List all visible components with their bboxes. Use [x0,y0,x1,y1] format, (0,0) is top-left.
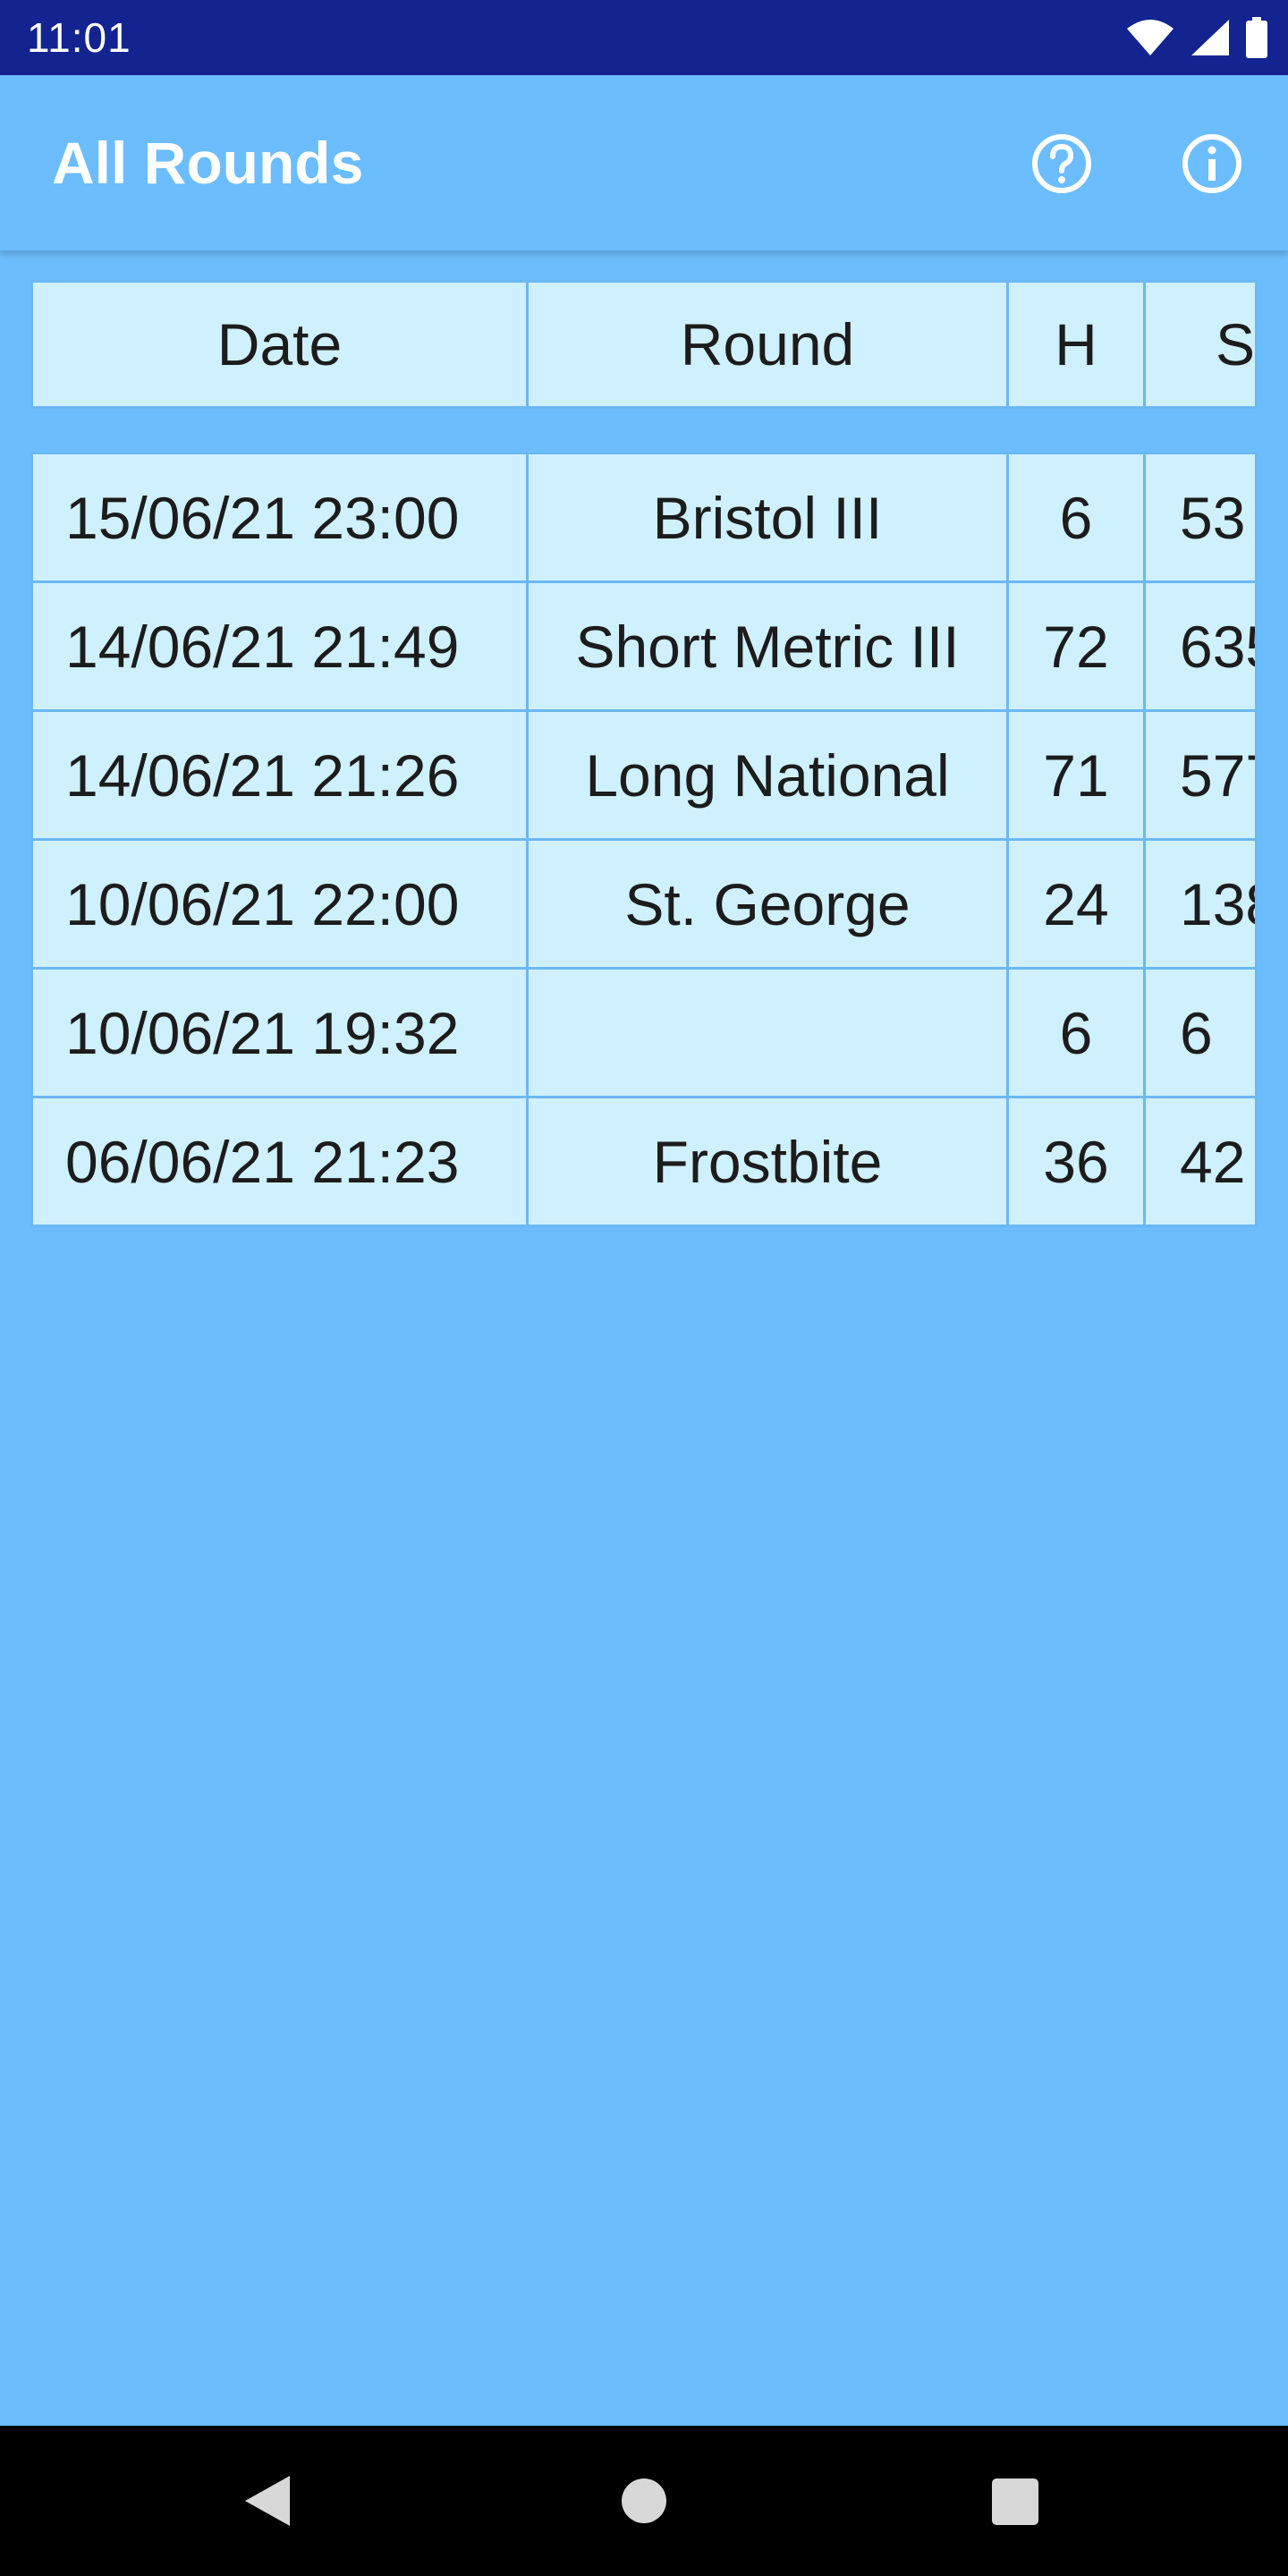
column-header-score-label: S [1216,311,1256,377]
cell-date: 10/06/21 19:32 [30,967,529,1098]
cell-date: 15/06/21 23:00 [30,452,529,583]
cell-hits: 6 [1006,967,1146,1098]
cell-score-value: 6 [1180,999,1213,1066]
help-button[interactable] [1030,132,1093,195]
cell-score: 53 [1143,452,1258,583]
back-icon [245,2476,290,2526]
cell-score: 138 [1143,838,1258,970]
cell-hits: 6 [1006,452,1146,583]
cell-hits: 36 [1006,1096,1146,1227]
column-header-score[interactable]: S [1143,280,1258,409]
cell-score-value: 138 [1180,870,1255,937]
cell-round [526,967,1009,1098]
cell-date: 14/06/21 21:49 [30,580,529,712]
cell-round: Short Metric III [526,580,1009,712]
cell-hits: 72 [1006,580,1146,712]
cell-score-value: 42 [1180,1128,1246,1195]
home-button[interactable] [621,2478,667,2524]
cell-round: Long National [526,709,1009,841]
status-icons [1125,16,1268,59]
cell-date: 06/06/21 21:23 [30,1096,529,1227]
cell-date: 14/06/21 21:26 [30,709,529,841]
cell-score: 42 [1143,1096,1258,1227]
app-bar: All Rounds [0,75,1288,250]
cell-round: Bristol III [526,452,1009,583]
recents-icon [992,2479,1038,2525]
navigation-bar [0,2426,1288,2576]
cell-round: Frostbite [526,1096,1009,1227]
cell-score-value: 635 [1180,613,1255,680]
info-button[interactable] [1181,132,1243,195]
cell-score-value: 53 [1180,484,1246,551]
column-header-round[interactable]: Round [526,280,1009,409]
battery-icon [1246,17,1267,58]
back-button[interactable] [240,2472,295,2529]
cellular-signal-icon [1191,20,1229,55]
cell-score: 635 [1143,580,1258,712]
cell-hits: 24 [1006,838,1146,970]
cell-score: 6 [1143,967,1258,1098]
wifi-icon [1127,20,1174,55]
cell-hits: 71 [1006,709,1146,841]
status-time: 11:01 [27,14,131,61]
cell-score-value: 577 [1180,741,1255,809]
status-bar: 11:01 [0,0,1288,75]
info-circle-icon [1182,134,1241,193]
cell-round: St. George [526,838,1009,970]
home-icon [622,2479,666,2523]
page-title: All Rounds [52,130,364,196]
cell-score: 577 [1143,709,1258,841]
column-header-date[interactable]: Date [30,280,529,409]
cell-date: 10/06/21 22:00 [30,838,529,970]
column-header-hits[interactable]: H [1006,280,1146,409]
help-circle-icon [1032,134,1091,193]
recents-button[interactable] [991,2478,1039,2526]
